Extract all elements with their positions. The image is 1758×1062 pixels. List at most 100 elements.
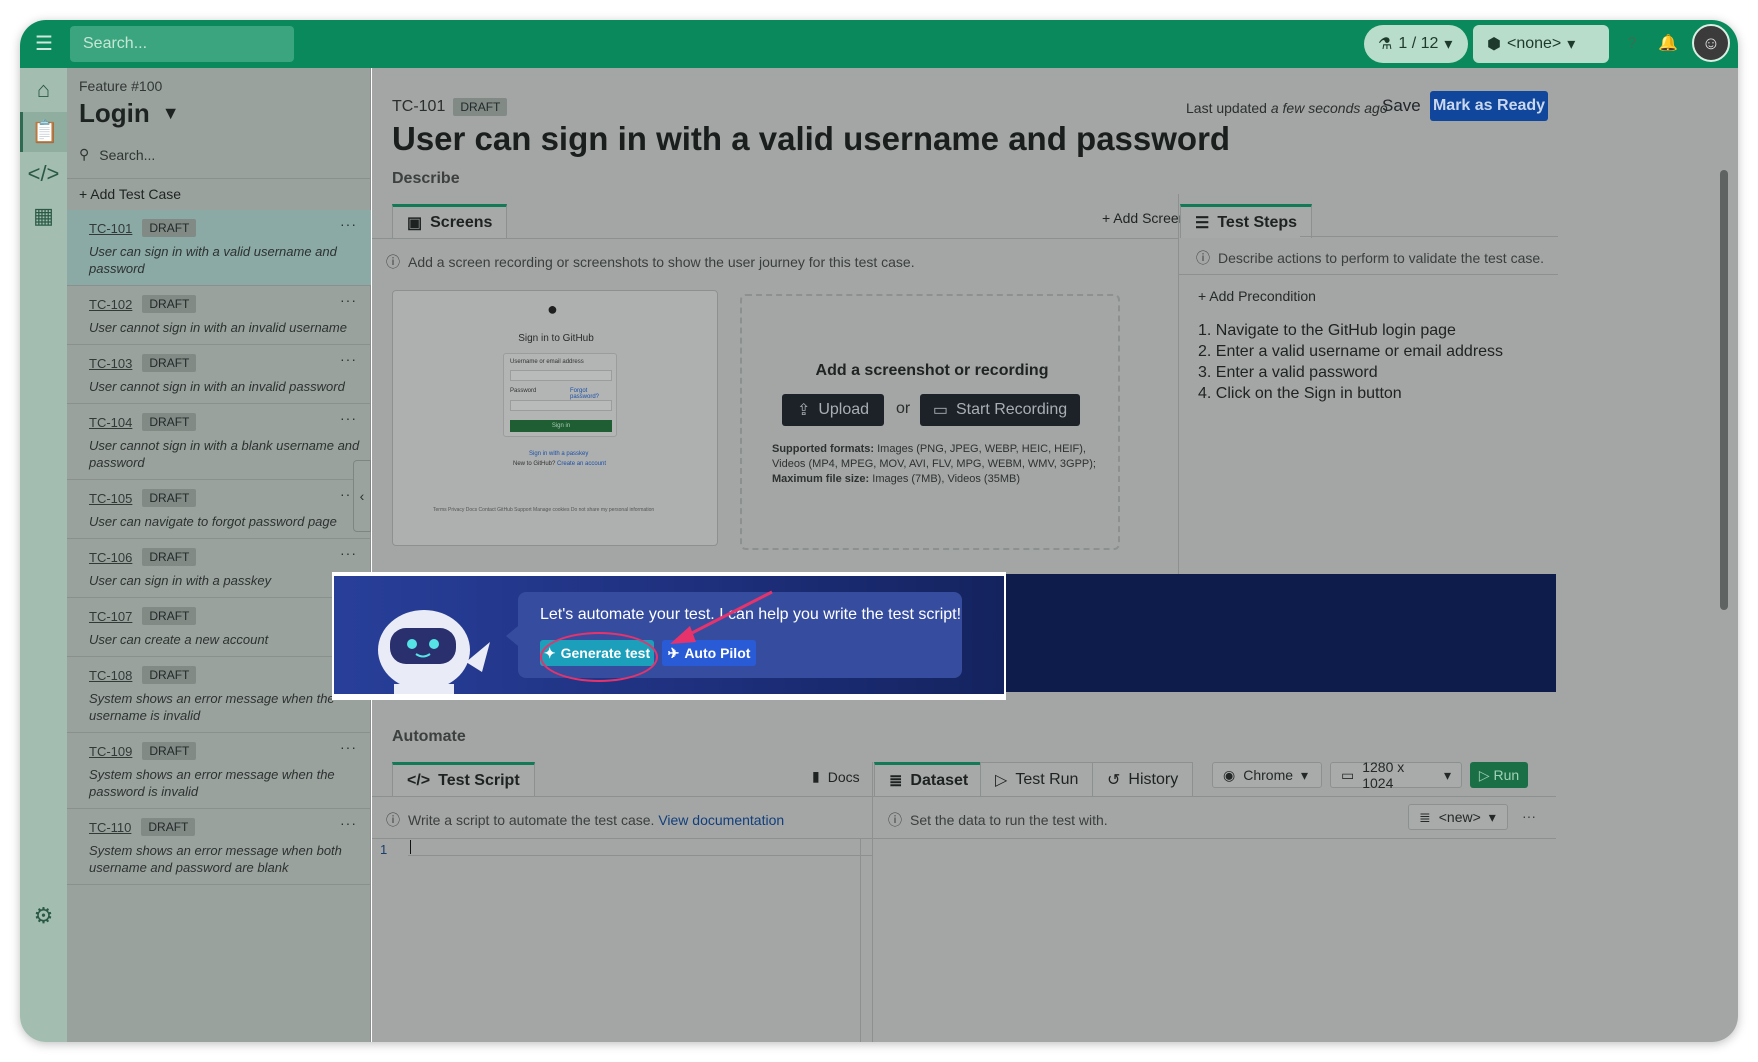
dataset-select-value: <new>	[1438, 809, 1481, 825]
test-case-header: TC-103 DRAFT	[89, 353, 371, 373]
more-options-icon[interactable]: ···	[340, 351, 357, 367]
box-icon: ⬢	[1487, 36, 1501, 53]
more-options-icon[interactable]: ···	[340, 410, 357, 426]
test-case-item[interactable]: TC-104 DRAFT ··· User cannot sign in with a…	[67, 404, 371, 480]
more-options-icon[interactable]: ···	[340, 545, 357, 561]
global-search-input[interactable]: Search...	[70, 26, 294, 62]
caret-down-icon: ▾	[1443, 766, 1451, 783]
divider	[872, 838, 1556, 839]
test-case-item[interactable]: TC-102 DRAFT ··· User cannot sign in with a…	[67, 286, 371, 345]
tab-test-steps[interactable]: ☰ Test Steps	[1180, 204, 1313, 238]
tab-test-script[interactable]: </> Test Script	[392, 762, 535, 796]
test-case-id-link[interactable]: TC-101	[89, 221, 132, 236]
steps-list[interactable]: 1. Navigate to the GitHub login page 2. …	[1198, 320, 1503, 404]
status-badge: DRAFT	[142, 548, 197, 566]
add-screen-button[interactable]: + Add Screen	[1102, 210, 1186, 226]
test-case-id-link[interactable]: TC-107	[89, 609, 132, 624]
tab-dataset[interactable]: ≣ Dataset	[874, 762, 984, 796]
collapse-sidebar-button[interactable]: ‹	[353, 460, 371, 532]
test-case-id-link[interactable]: TC-104	[89, 415, 132, 430]
docs-link[interactable]: ▮ Docs	[812, 768, 860, 785]
dataset-select[interactable]: ≣ <new> ▾	[1408, 804, 1508, 830]
test-case-id-link[interactable]: TC-105	[89, 491, 132, 506]
tab-test-run[interactable]: ▷ Test Run	[980, 762, 1094, 796]
test-case-id-link[interactable]: TC-108	[89, 668, 132, 683]
divider	[872, 796, 1556, 797]
resolution-select[interactable]: ▭ 1280 x 1024 ▾	[1330, 759, 1462, 791]
test-case-item[interactable]: TC-107DRAFT···User can create a new acco…	[67, 598, 371, 657]
test-case-id-link[interactable]: TC-109	[89, 744, 132, 759]
caret-down-icon: ▾	[1301, 766, 1309, 783]
run-button[interactable]: ▷ Run	[1470, 762, 1528, 788]
calendar-icon[interactable]: ▦	[20, 196, 67, 236]
home-icon[interactable]: ⌂	[20, 70, 67, 110]
environment-select[interactable]: ⬢ <none> ▾	[1473, 25, 1609, 63]
menu-icon[interactable]: ☰	[32, 32, 56, 56]
clipboard-icon[interactable]: 📋	[20, 112, 67, 152]
scrollbar[interactable]	[1720, 170, 1728, 610]
more-options-icon[interactable]: ···	[340, 292, 357, 308]
upload-button[interactable]: ⇪ Upload	[782, 394, 884, 426]
runs-counter[interactable]: ⚗ 1 / 12 ▾	[1364, 25, 1468, 63]
mark-as-ready-button[interactable]: Mark as Ready	[1430, 91, 1548, 121]
tab-test-run-label: Test Run	[1015, 770, 1079, 788]
add-test-case-button[interactable]: + Add Test Case	[79, 186, 181, 202]
test-case-header: TC-105 DRAFT	[89, 488, 371, 508]
test-case-id-link[interactable]: TC-110	[89, 820, 131, 835]
test-case-item[interactable]: TC-108DRAFT···System shows an error mess…	[67, 657, 371, 733]
test-case-item[interactable]: TC-105 DRAFT ··· User can navigate to forgo…	[67, 480, 371, 539]
code-editor[interactable]	[408, 838, 872, 856]
test-case-id-link[interactable]: TC-102	[89, 297, 132, 312]
info-icon: ⓘ	[888, 812, 902, 828]
save-button[interactable]: Save	[1382, 96, 1421, 116]
avatar[interactable]: ☺	[1692, 24, 1730, 62]
flask-icon: ⚗	[1378, 36, 1393, 53]
test-case-description: System shows an error message when the p…	[89, 767, 335, 799]
tab-screens[interactable]: ▣ Screens	[392, 204, 508, 238]
status-badge: DRAFT	[142, 219, 197, 237]
status-badge: DRAFT	[142, 607, 197, 625]
feature-title[interactable]: Login ▼	[79, 98, 180, 129]
steps-info-text: Describe actions to perform to validate …	[1218, 250, 1545, 266]
divider	[860, 838, 861, 1042]
test-case-item[interactable]: TC-109 DRAFT ··· System shows an error mess…	[67, 733, 371, 809]
test-case-id-link[interactable]: TC-106	[89, 550, 132, 565]
script-info: ⓘ Write a script to automate the test ca…	[386, 810, 784, 830]
status-badge: DRAFT	[142, 742, 197, 760]
more-options-icon[interactable]: ···	[340, 815, 357, 831]
bell-icon[interactable]: 🔔	[1658, 34, 1678, 54]
test-case-list: TC-101 DRAFT ··· User can sign in with a va…	[67, 210, 371, 885]
help-icon[interactable]: ?	[1622, 34, 1642, 54]
start-recording-button[interactable]: ▭ Start Recording	[920, 394, 1080, 426]
docs-label: Docs	[827, 768, 860, 785]
more-options-icon[interactable]: ···	[1522, 808, 1536, 824]
maxsize-label: Maximum file size:	[772, 473, 870, 485]
tab-history[interactable]: ↺ History	[1092, 762, 1194, 796]
test-case-item[interactable]: TC-101 DRAFT ··· User can sign in with a va…	[67, 210, 371, 286]
upload-dropzone[interactable]: Add a screenshot or recording ⇪ Upload o…	[740, 294, 1120, 550]
test-case-item[interactable]: TC-103 DRAFT ··· User cannot sign in with a…	[67, 345, 371, 404]
info-icon: ⓘ	[386, 254, 400, 270]
database-icon: ≣	[889, 772, 903, 790]
test-case-id-link[interactable]: TC-103	[89, 356, 132, 371]
play-icon: ▷	[995, 771, 1008, 789]
status-badge: DRAFT	[142, 295, 197, 313]
sidebar-search-input[interactable]: ⚲ Search...	[79, 146, 155, 163]
view-documentation-link[interactable]: View documentation	[658, 812, 784, 828]
more-options-icon[interactable]: ···	[340, 739, 357, 755]
run-label: Run	[1493, 767, 1520, 783]
settings-gear-icon[interactable]: ⚙	[20, 896, 67, 936]
add-precondition-button[interactable]: + Add Precondition	[1198, 288, 1316, 304]
test-case-description: User cannot sign in with a blank usernam…	[89, 438, 360, 470]
describe-heading: Describe	[392, 170, 460, 187]
test-case-header: TC-102 DRAFT	[89, 294, 371, 314]
more-options-icon[interactable]: ···	[340, 216, 357, 232]
browser-select[interactable]: ◉ Chrome ▾	[1212, 762, 1322, 788]
test-case-item[interactable]: TC-110 DRAFT ··· System shows an error mess…	[67, 809, 371, 885]
test-case-item[interactable]: TC-106 DRAFT ··· User can sign in with a pa…	[67, 539, 371, 598]
info-icon: ⓘ	[1196, 250, 1210, 266]
page-title[interactable]: User can sign in with a valid username a…	[392, 120, 1230, 158]
line-number: 1	[380, 842, 388, 857]
code-icon[interactable]: </>	[20, 154, 67, 194]
screenshot-thumbnail[interactable]: ● Sign in to GitHub Username or email ad…	[392, 290, 718, 546]
